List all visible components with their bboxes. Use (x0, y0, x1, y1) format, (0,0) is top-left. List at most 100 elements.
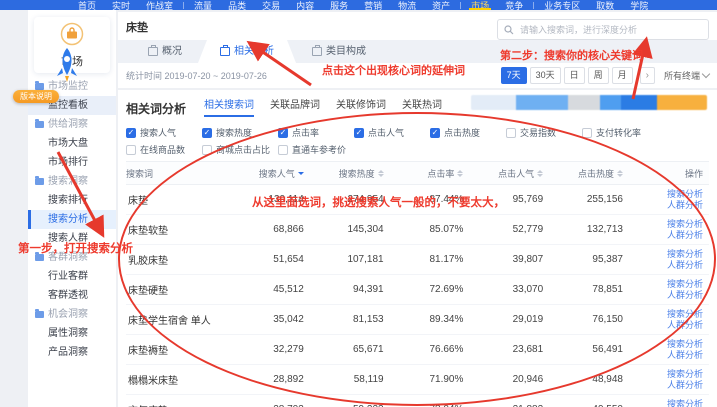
search-word[interactable]: 床垫 (126, 192, 244, 207)
sidebar-item-search-ranking[interactable]: 搜索排行 (28, 191, 116, 210)
sort-icon[interactable] (378, 170, 384, 177)
col-click-rate[interactable]: 点击率 (404, 167, 484, 180)
nav-item-academy[interactable]: 学院 (622, 0, 656, 10)
tab-related-search-words[interactable]: 相关搜索词 (204, 96, 254, 117)
sidebar-item-search-audience[interactable]: 搜索人群 (28, 229, 116, 248)
tab-hot-words[interactable]: 关联热词 (402, 96, 442, 117)
search-analysis-link[interactable]: 搜索分析 (643, 249, 703, 260)
nav-item-assets[interactable]: 资产 (424, 0, 458, 10)
metric-search-heat[interactable]: ✓搜索热度 (202, 126, 278, 139)
search-analysis-link[interactable]: 搜索分析 (643, 279, 703, 290)
nav-item-realtime[interactable]: 实时 (104, 0, 138, 10)
search-analysis-link[interactable]: 搜索分析 (643, 189, 703, 200)
audience-analysis-link[interactable]: 人群分析 (643, 200, 703, 211)
sort-icon[interactable] (537, 170, 543, 177)
checkbox-checked-icon[interactable]: ✓ (430, 128, 440, 138)
metric-click-heat[interactable]: ✓点击热度 (430, 126, 506, 139)
sort-icon[interactable] (298, 172, 304, 175)
sort-icon[interactable] (457, 170, 463, 177)
search-analysis-link[interactable]: 搜索分析 (643, 369, 703, 380)
sidebar-item-search-analysis[interactable]: 搜索分析 (28, 210, 116, 229)
tab-brand-words[interactable]: 关联品牌词 (270, 96, 320, 117)
nav-item-traffic[interactable]: 流量 (186, 0, 220, 10)
search-word[interactable]: 乳胶床垫 (126, 252, 244, 267)
metric-ztc-ref-price[interactable]: 直通车参考价 (278, 143, 354, 156)
nav-item-content[interactable]: 内容 (288, 0, 322, 10)
date-month-button[interactable]: 月 (612, 67, 633, 84)
search-word[interactable]: 充气床垫 (126, 402, 244, 407)
nav-item-data-fetch[interactable]: 取数 (588, 0, 622, 10)
sidebar-item-market-ranking[interactable]: 市场排行 (28, 153, 116, 172)
terminal-dropdown[interactable]: 所有终端 (664, 69, 709, 82)
metric-mall-click-share[interactable]: 商城点击占比 (202, 143, 278, 156)
checkbox-unchecked-icon[interactable] (202, 145, 212, 155)
col-search-popularity[interactable]: 搜索人气 (244, 167, 324, 180)
rocket-icon[interactable] (52, 46, 82, 89)
version-badge[interactable]: 版本说明 (13, 90, 59, 103)
sidebar-item-product-insight[interactable]: 产品洞察 (28, 343, 116, 362)
sidebar-header-supply-insight[interactable]: 供给洞察 (28, 115, 116, 134)
nav-item-competition[interactable]: 竞争 (497, 0, 531, 10)
nav-item-biz-zone[interactable]: 业务专区 (536, 0, 588, 10)
checkbox-checked-icon[interactable]: ✓ (202, 128, 212, 138)
checkbox-unchecked-icon[interactable] (278, 145, 288, 155)
date-7d-button[interactable]: 7天 (501, 67, 527, 84)
checkbox-unchecked-icon[interactable] (506, 128, 516, 138)
nav-item-service[interactable]: 服务 (322, 0, 356, 10)
metric-search-popularity[interactable]: ✓搜索人气 (126, 126, 202, 139)
sort-icon[interactable] (617, 170, 623, 177)
nav-item-trade[interactable]: 交易 (254, 0, 288, 10)
metric-click-popularity[interactable]: ✓点击人气 (354, 126, 430, 139)
audience-analysis-link[interactable]: 人群分析 (643, 380, 703, 391)
audience-analysis-link[interactable]: 人群分析 (643, 290, 703, 301)
sidebar-header-customer-insight[interactable]: 客群洞察 (28, 248, 116, 267)
col-click-heat[interactable]: 点击热度 (563, 167, 643, 180)
tab-overview[interactable]: 概况 (132, 40, 198, 63)
metric-online-products[interactable]: 在线商品数 (126, 143, 202, 156)
tab-category-composition[interactable]: 类目构成 (296, 40, 382, 63)
tab-modifier-words[interactable]: 关联修饰词 (336, 96, 386, 117)
sidebar-item-industry-customers[interactable]: 行业客群 (28, 267, 116, 286)
search-analysis-link[interactable]: 搜索分析 (643, 399, 703, 407)
date-day-button[interactable]: 日 (564, 67, 585, 84)
search-analysis-link[interactable]: 搜索分析 (643, 309, 703, 320)
checkbox-checked-icon[interactable]: ✓ (126, 128, 136, 138)
date-week-button[interactable]: 周 (588, 67, 609, 84)
nav-item-marketing[interactable]: 营销 (356, 0, 390, 10)
sidebar-item-market-overview[interactable]: 市场大盘 (28, 134, 116, 153)
search-word[interactable]: 床垫硬垫 (126, 282, 244, 297)
audience-analysis-link[interactable]: 人群分析 (643, 350, 703, 361)
search-word[interactable]: 榻榻米床垫 (126, 372, 244, 387)
next-page-button[interactable]: › (640, 67, 655, 84)
metric-click-rate[interactable]: ✓点击率 (278, 126, 354, 139)
checkbox-unchecked-icon[interactable] (126, 145, 136, 155)
nav-item-market-active[interactable]: 市场 (463, 0, 497, 10)
tab-related-analysis[interactable]: 相关分析 (198, 40, 296, 63)
date-30d-button[interactable]: 30天 (530, 67, 561, 84)
checkbox-unchecked-icon[interactable] (582, 128, 592, 138)
audience-analysis-link[interactable]: 人群分析 (643, 230, 703, 241)
search-word[interactable]: 床垫学生宿舍 单人 (126, 312, 244, 327)
search-analysis-link[interactable]: 搜索分析 (643, 339, 703, 350)
search-word[interactable]: 床垫褥垫 (126, 342, 244, 357)
search-analysis-link[interactable]: 搜索分析 (643, 219, 703, 230)
sidebar-item-customer-perspective[interactable]: 客群透视 (28, 286, 116, 305)
search-word[interactable]: 床垫软垫 (126, 222, 244, 237)
audience-analysis-link[interactable]: 人群分析 (643, 320, 703, 331)
sidebar-item-attribute-insight[interactable]: 属性洞察 (28, 324, 116, 343)
search-box[interactable] (497, 19, 709, 40)
sidebar-header-opportunity-insight[interactable]: 机会洞察 (28, 305, 116, 324)
col-search-heat[interactable]: 搜索热度 (324, 167, 404, 180)
search-input[interactable] (518, 24, 702, 36)
checkbox-checked-icon[interactable]: ✓ (278, 128, 288, 138)
col-click-popularity[interactable]: 点击人气 (483, 167, 563, 180)
nav-item-warroom[interactable]: 作战室 (138, 0, 181, 10)
sidebar-header-search-insight[interactable]: 搜索洞察 (28, 172, 116, 191)
nav-item-logistics[interactable]: 物流 (390, 0, 424, 10)
nav-item-home[interactable]: 首页 (70, 0, 104, 10)
metric-pay-conversion[interactable]: 支付转化率 (582, 126, 658, 139)
checkbox-checked-icon[interactable]: ✓ (354, 128, 364, 138)
nav-item-category[interactable]: 品类 (220, 0, 254, 10)
audience-analysis-link[interactable]: 人群分析 (643, 260, 703, 271)
metric-trade-index[interactable]: 交易指数 (506, 126, 582, 139)
